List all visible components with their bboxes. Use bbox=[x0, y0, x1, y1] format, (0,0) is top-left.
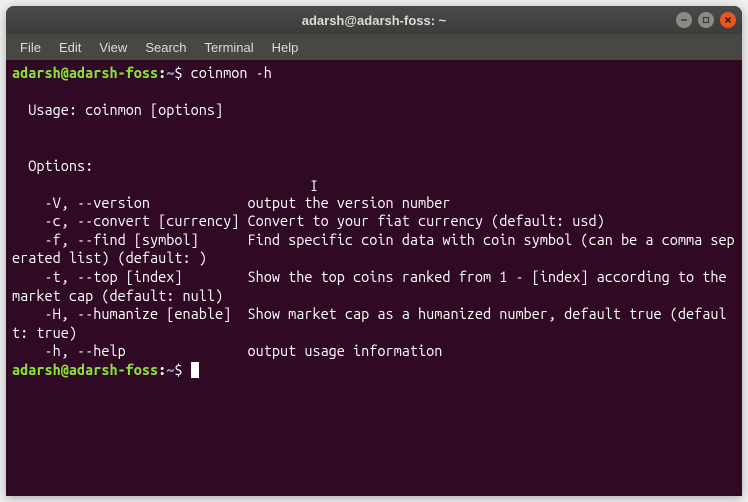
cursor-block bbox=[191, 362, 199, 378]
output-opt-top: -t, --top [index] Show the top coins ran… bbox=[12, 268, 735, 304]
terminal-window: adarsh@adarsh-foss: ~ File Edit View Sea… bbox=[6, 6, 742, 496]
prompt-dollar: $ bbox=[174, 361, 190, 378]
text-cursor-icon: I bbox=[310, 177, 318, 196]
window-controls bbox=[676, 12, 736, 28]
command-input: coinmon -h bbox=[191, 64, 272, 81]
output-opt-help: -h, --help output usage information bbox=[12, 342, 442, 359]
prompt-user: adarsh@adarsh-foss bbox=[12, 64, 158, 81]
menu-search[interactable]: Search bbox=[137, 36, 194, 59]
minimize-icon bbox=[680, 16, 688, 24]
titlebar: adarsh@adarsh-foss: ~ bbox=[6, 6, 742, 34]
menu-file[interactable]: File bbox=[12, 36, 49, 59]
output-opt-humanize: -H, --humanize [enable] Show market cap … bbox=[12, 305, 727, 341]
prompt-user: adarsh@adarsh-foss bbox=[12, 361, 158, 378]
output-opt-find: -f, --find [symbol] Find specific coin d… bbox=[12, 231, 735, 267]
menu-edit[interactable]: Edit bbox=[51, 36, 89, 59]
close-icon bbox=[724, 16, 732, 24]
maximize-icon bbox=[702, 16, 710, 24]
maximize-button[interactable] bbox=[698, 12, 714, 28]
prompt-dollar: $ bbox=[174, 64, 190, 81]
output-options-header: Options: bbox=[12, 157, 93, 174]
menu-view[interactable]: View bbox=[91, 36, 135, 59]
menu-help[interactable]: Help bbox=[264, 36, 307, 59]
output-opt-convert: -c, --convert [currency] Convert to your… bbox=[12, 212, 605, 229]
output-usage: Usage: coinmon [options] bbox=[12, 101, 223, 118]
menu-terminal[interactable]: Terminal bbox=[197, 36, 262, 59]
output-opt-version: -V, --version output the version number bbox=[12, 194, 450, 211]
menubar: File Edit View Search Terminal Help bbox=[6, 34, 742, 60]
minimize-button[interactable] bbox=[676, 12, 692, 28]
close-button[interactable] bbox=[720, 12, 736, 28]
window-title: adarsh@adarsh-foss: ~ bbox=[302, 13, 447, 28]
terminal-body[interactable]: adarsh@adarsh-foss:~$ coinmon -h Usage: … bbox=[6, 60, 742, 496]
